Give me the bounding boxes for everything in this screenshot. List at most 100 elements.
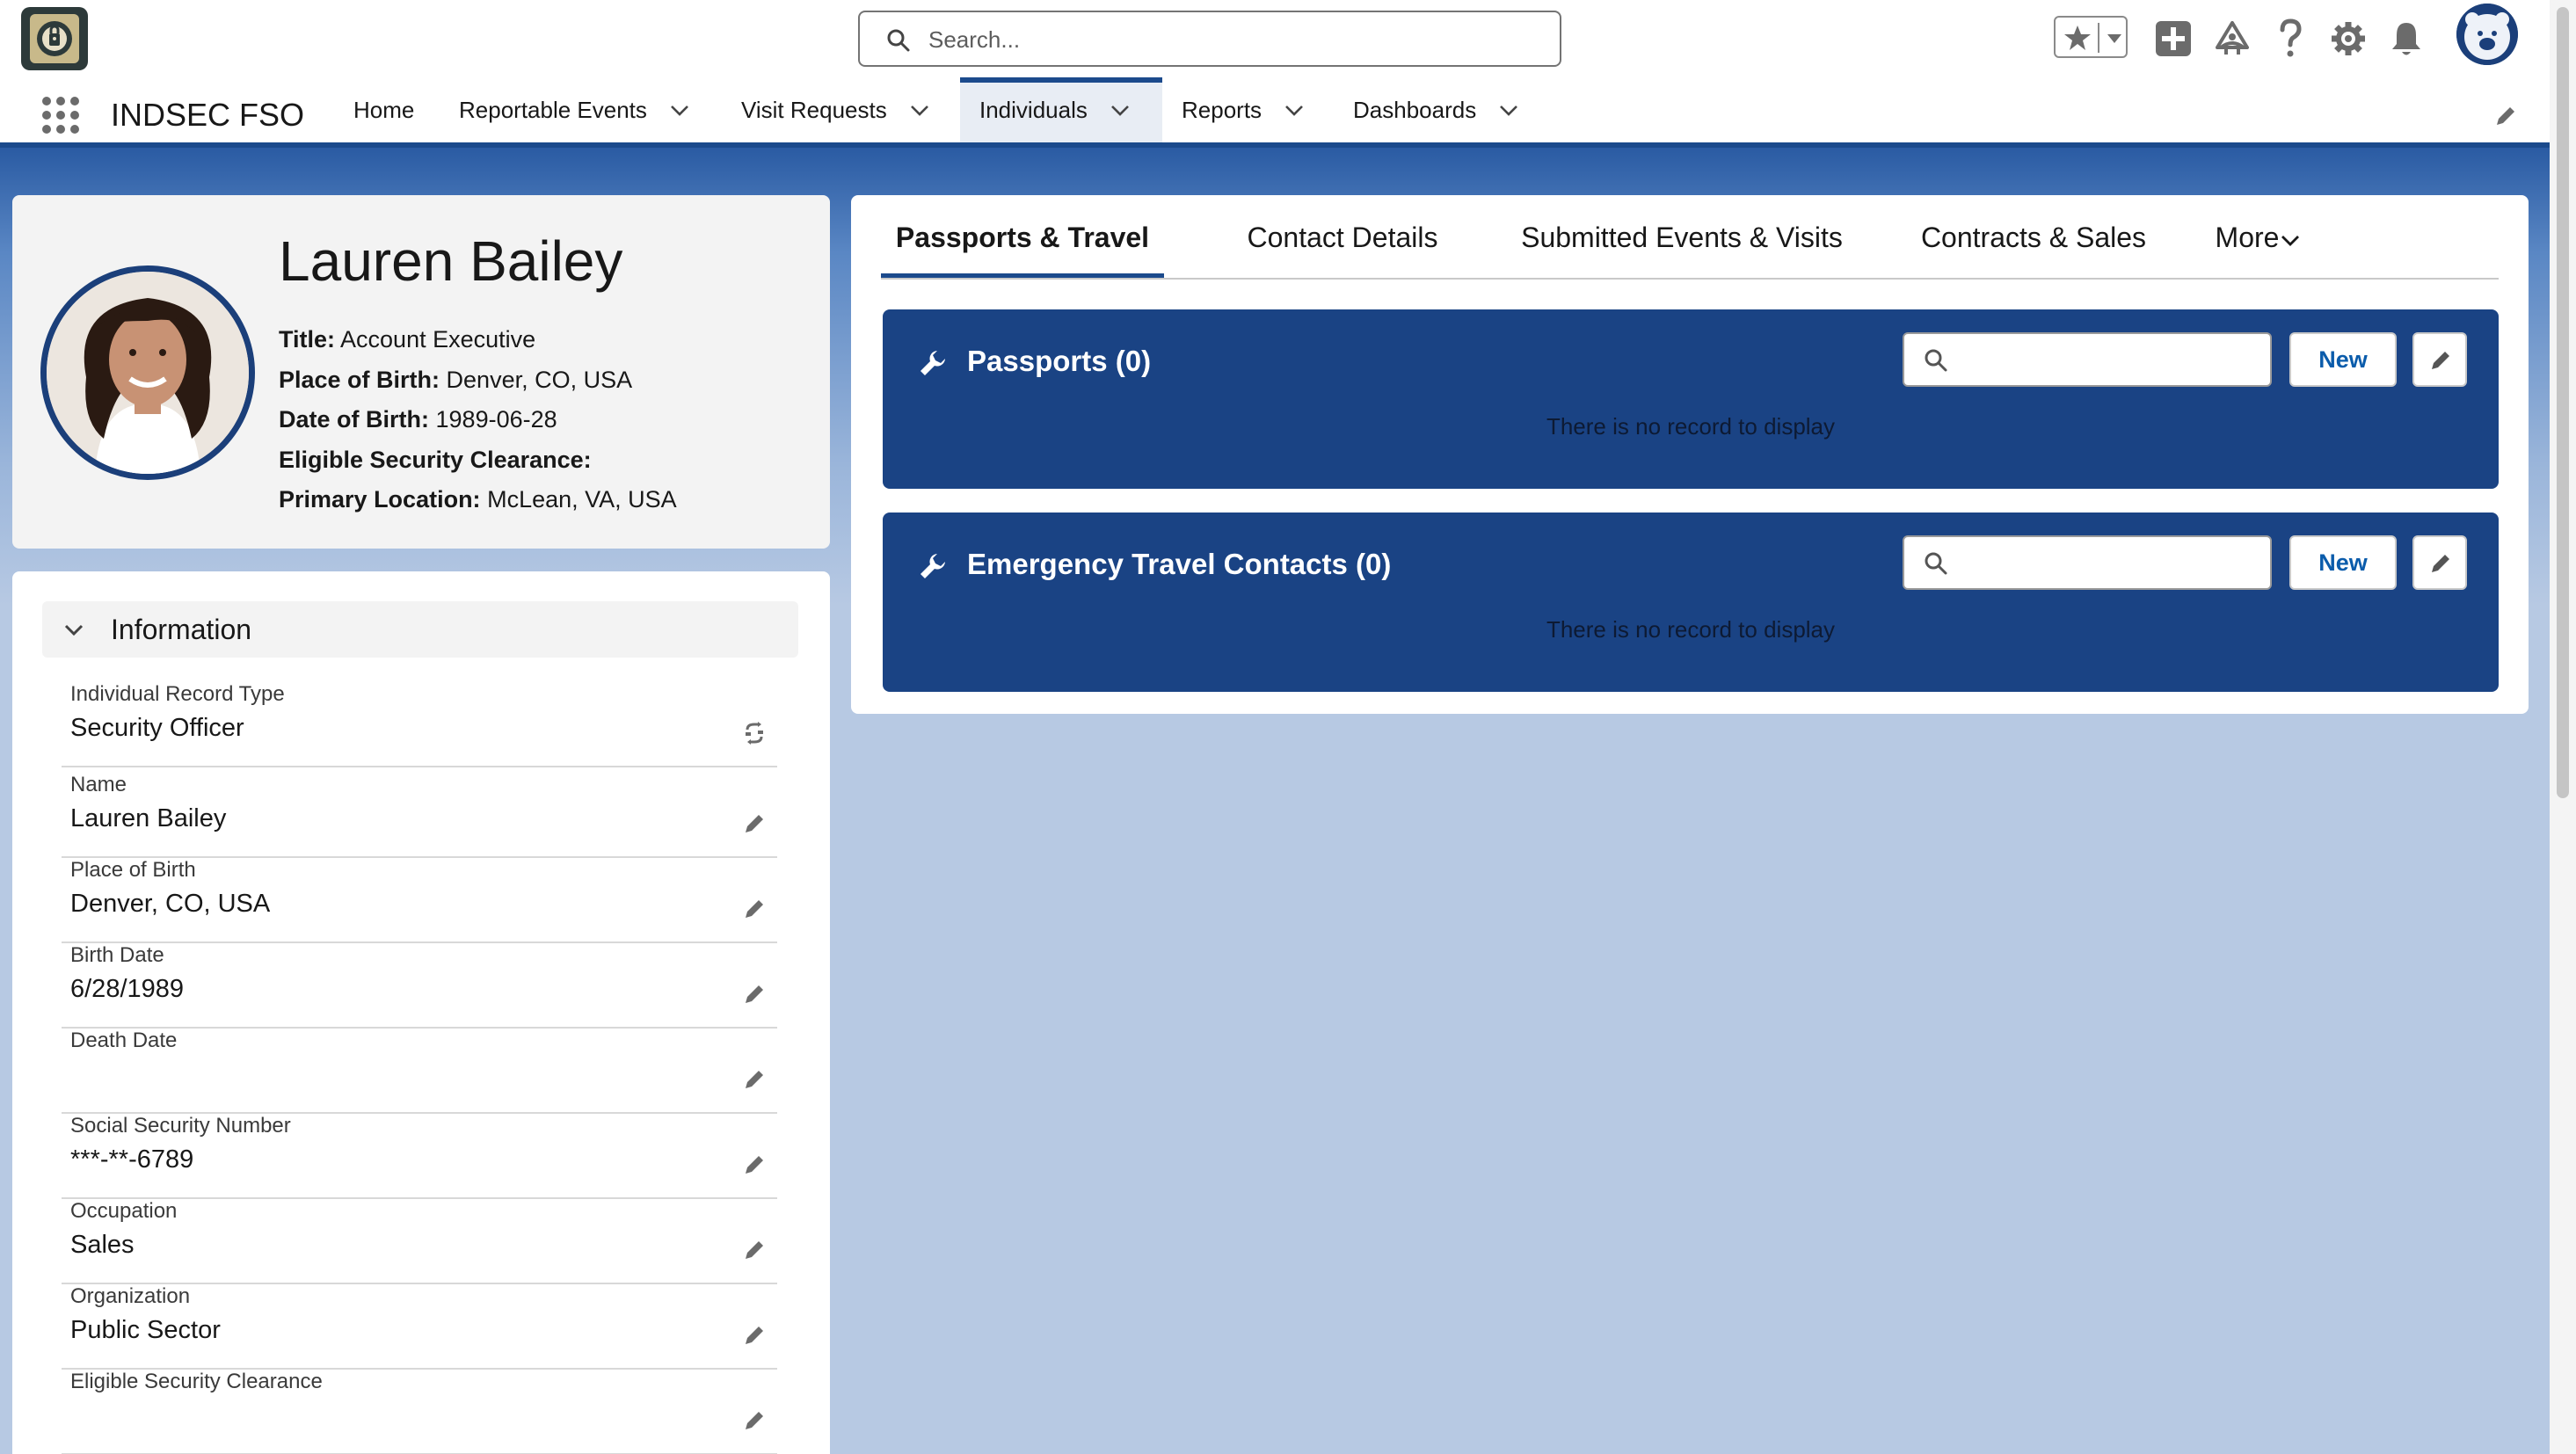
tab-contact-details[interactable]: Contact Details xyxy=(1231,222,1454,278)
related-list-actions-button[interactable] xyxy=(2412,535,2467,590)
profile-name: Lauren Bailey xyxy=(279,229,623,293)
chevron-down-icon[interactable] xyxy=(908,98,931,121)
related-list-emergency-travel-contacts: Emergency Travel Contacts (0) New There … xyxy=(883,513,2499,692)
related-list-title: Passports (0) xyxy=(967,345,1152,377)
field-value: Lauren Bailey xyxy=(70,804,227,832)
tab-label: Contact Details xyxy=(1247,222,1438,253)
tab-label: More xyxy=(2215,222,2280,253)
favorites-star-icon[interactable] xyxy=(2063,23,2092,53)
tab-more[interactable]: More xyxy=(2203,222,2314,278)
related-list-search-input[interactable] xyxy=(1903,332,2272,387)
global-search-input[interactable]: Search... xyxy=(858,11,1561,67)
field-label: Occupation xyxy=(70,1199,178,1223)
profile-clearance-line: Eligible Security Clearance: xyxy=(279,440,677,481)
nav-item-dashboards[interactable]: Dashboards xyxy=(1353,77,1520,142)
search-placeholder: Search... xyxy=(928,26,1021,53)
user-avatar[interactable] xyxy=(2456,4,2518,65)
global-actions-add-icon[interactable] xyxy=(2154,16,2193,62)
profile-photo xyxy=(40,265,255,480)
tab-bar: Passports & Travel Contact Details Submi… xyxy=(881,195,2499,280)
field-name: Name Lauren Bailey xyxy=(62,773,777,858)
related-list-title: Emergency Travel Contacts (0) xyxy=(967,548,1392,580)
edit-pencil-icon xyxy=(2432,352,2449,369)
profile-pob-label: Place of Birth: xyxy=(279,366,440,393)
profile-pob-value: Denver, CO, USA xyxy=(446,366,633,393)
page-scrollbar-thumb[interactable] xyxy=(2557,7,2569,798)
edit-pencil-icon[interactable] xyxy=(742,1323,767,1348)
search-icon xyxy=(1925,349,1947,372)
nav-item-individuals[interactable]: Individuals xyxy=(960,77,1162,142)
field-label: Eligible Security Clearance xyxy=(70,1370,323,1393)
field-death-date: Death Date xyxy=(62,1029,777,1114)
notifications-bell-icon[interactable] xyxy=(2388,16,2425,62)
profile-location-label: Primary Location: xyxy=(279,486,481,513)
global-header: Search... xyxy=(0,0,2550,77)
field-eligible-security-clearance: Eligible Security Clearance xyxy=(62,1370,777,1454)
app-name: INDSEC FSO xyxy=(111,97,305,133)
nav-item-label: Reports xyxy=(1182,96,1263,123)
empty-state-text: There is no record to display xyxy=(1546,616,1836,643)
information-section-toggle[interactable]: Information xyxy=(42,601,798,658)
wrench-icon xyxy=(921,554,945,578)
tab-passports-travel[interactable]: Passports & Travel xyxy=(881,222,1164,278)
trailhead-icon[interactable] xyxy=(2212,16,2252,62)
field-record-type: Individual Record Type Security Officer xyxy=(62,682,777,767)
nav-item-reportable-events[interactable]: Reportable Events xyxy=(459,77,691,142)
setup-gear-icon[interactable] xyxy=(2330,16,2367,62)
org-logo[interactable] xyxy=(18,4,91,74)
field-value: 6/28/1989 xyxy=(70,975,185,1003)
new-emergency-contact-button[interactable]: New xyxy=(2289,535,2397,590)
app-launcher-icon[interactable] xyxy=(40,95,81,135)
chevron-down-icon[interactable] xyxy=(668,98,691,121)
field-place-of-birth: Place of Birth Denver, CO, USA xyxy=(62,858,777,943)
nav-item-label: Reportable Events xyxy=(459,96,647,123)
edit-pencil-icon[interactable] xyxy=(742,897,767,921)
edit-pencil-icon xyxy=(2432,555,2449,572)
edit-nav-pencil-icon[interactable] xyxy=(2493,104,2518,128)
edit-pencil-icon[interactable] xyxy=(742,811,767,836)
nav-item-visit-requests[interactable]: Visit Requests xyxy=(741,77,931,142)
favorites-divider xyxy=(2098,23,2099,53)
chevron-down-icon xyxy=(64,624,84,636)
chevron-down-icon xyxy=(2281,235,2300,246)
tab-submitted-events-visits[interactable]: Submitted Events & Visits xyxy=(1509,222,1855,278)
field-value: ***-**-6789 xyxy=(70,1145,194,1174)
nav-item-home[interactable]: Home xyxy=(353,77,414,142)
profile-dob-value: 1989-06-28 xyxy=(435,406,557,433)
edit-pencil-icon[interactable] xyxy=(742,1152,767,1177)
field-birth-date: Birth Date 6/28/1989 xyxy=(62,943,777,1029)
profile-title-label: Title: xyxy=(279,326,336,353)
edit-pencil-icon[interactable] xyxy=(742,1408,767,1433)
edit-pencil-icon[interactable] xyxy=(742,1238,767,1262)
tab-contracts-sales[interactable]: Contracts & Sales xyxy=(1910,222,2158,278)
new-passport-button[interactable]: New xyxy=(2289,332,2397,387)
field-value: Denver, CO, USA xyxy=(70,890,271,918)
chevron-down-icon[interactable] xyxy=(1283,98,1306,121)
edit-pencil-icon[interactable] xyxy=(742,1067,767,1092)
record-detail-card: Information Individual Record Type Secur… xyxy=(12,571,830,1454)
favorites-button-group[interactable] xyxy=(2054,16,2128,58)
nav-item-label: Visit Requests xyxy=(741,96,887,123)
related-list-search-input[interactable] xyxy=(1903,535,2272,590)
favorites-list-caret-icon[interactable] xyxy=(2105,25,2124,51)
chevron-down-icon[interactable] xyxy=(1109,98,1132,121)
field-label: Name xyxy=(70,773,127,796)
nav-item-label: Home xyxy=(353,96,415,123)
nav-item-label: Individuals xyxy=(979,96,1088,123)
field-value: Security Officer xyxy=(70,714,244,742)
help-icon[interactable] xyxy=(2275,16,2305,62)
related-list-passports: Passports (0) New There is no record to … xyxy=(883,309,2499,489)
field-label: Place of Birth xyxy=(70,858,196,882)
edit-pencil-icon[interactable] xyxy=(742,982,767,1007)
field-label: Birth Date xyxy=(70,943,164,967)
profile-dob-line: Date of Birth: 1989-06-28 xyxy=(279,400,677,440)
change-record-type-icon[interactable] xyxy=(742,721,767,745)
field-label: Social Security Number xyxy=(70,1114,291,1138)
nav-item-reports[interactable]: Reports xyxy=(1182,77,1306,142)
profile-highlight-fields: Title: Account Executive Place of Birth:… xyxy=(279,320,677,520)
nav-item-label: Dashboards xyxy=(1353,96,1477,123)
field-label: Organization xyxy=(70,1284,191,1308)
tab-label: Passports & Travel xyxy=(895,222,1150,253)
related-list-actions-button[interactable] xyxy=(2412,332,2467,387)
chevron-down-icon[interactable] xyxy=(1497,98,1520,121)
